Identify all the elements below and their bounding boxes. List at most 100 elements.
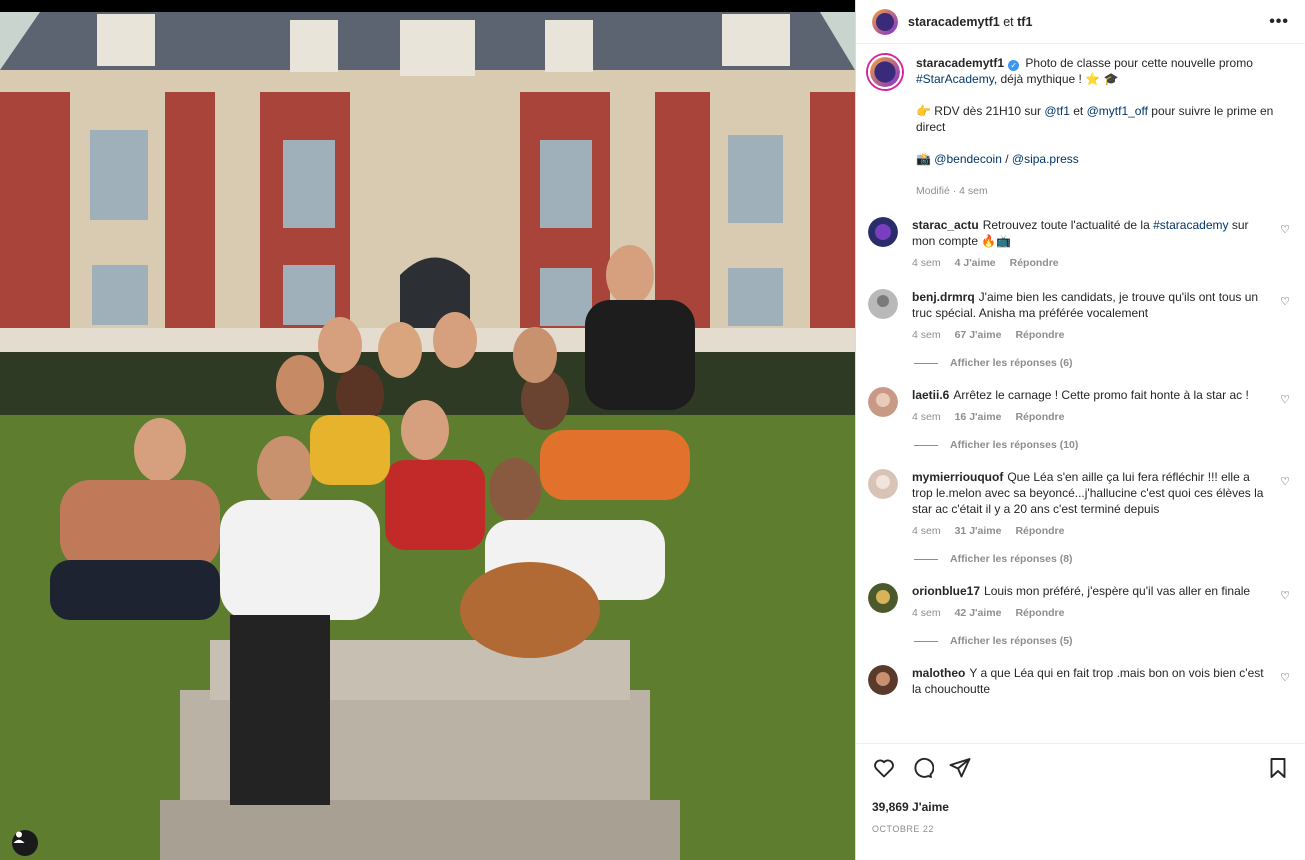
comment-age: 4 sem xyxy=(912,607,941,619)
comment-item: mymierriouquof Que Léa s'en aille ça lui … xyxy=(868,469,1290,539)
caption-rdv-et: et xyxy=(1073,104,1084,118)
comment-body: mymierriouquof Que Léa s'en aille ça lui … xyxy=(912,469,1290,539)
comment-body: benj.drmrq J'aime bien les candidats, je … xyxy=(912,289,1290,343)
action-icons xyxy=(872,756,1290,780)
comment-username[interactable]: mymierriouquof xyxy=(912,470,1003,484)
commenter-avatar[interactable] xyxy=(868,217,898,247)
comment-item: malotheo Y a que Léa qui en fait trop .ma… xyxy=(868,665,1290,697)
caption-text-1a: Photo de classe pour cette nouvelle prom… xyxy=(1025,56,1253,70)
comment-meta: 4 sem 31 J'aime Répondre xyxy=(912,523,1264,539)
heart-icon[interactable]: ♡ xyxy=(1280,475,1290,488)
comment-text: Arrêtez le carnage ! Cette promo fait ho… xyxy=(953,388,1249,402)
comment-body: laetii.6 Arrêtez le carnage ! Cette promo… xyxy=(912,387,1290,425)
comment-likes[interactable]: 4 J'aime xyxy=(955,257,996,269)
heart-icon[interactable] xyxy=(872,756,896,780)
heart-icon[interactable]: ♡ xyxy=(1280,393,1290,406)
post-header: staracademytf1 et tf1 ••• xyxy=(856,0,1305,44)
comment-likes[interactable]: 16 J'aime xyxy=(955,411,1002,423)
commenter-avatar[interactable] xyxy=(868,583,898,613)
replies-line xyxy=(914,444,938,446)
comment-likes[interactable]: 31 J'aime xyxy=(955,525,1002,537)
commenter-avatar[interactable] xyxy=(868,469,898,499)
comment-meta: 4 sem 67 J'aime Répondre xyxy=(912,327,1264,343)
author-avatar[interactable] xyxy=(872,8,898,35)
reply-button[interactable]: Répondre xyxy=(1010,257,1059,269)
group-photo-illustration xyxy=(0,0,855,860)
comment-item: benj.drmrq J'aime bien les candidats, je … xyxy=(868,289,1290,343)
comment-age: 4 sem xyxy=(912,411,941,423)
reply-button[interactable]: Répondre xyxy=(1015,329,1064,341)
comment-username[interactable]: malotheo xyxy=(912,666,965,680)
comment-body: malotheo Y a que Léa qui en fait trop .ma… xyxy=(912,665,1290,697)
user-icon xyxy=(13,831,25,843)
comment-hashtag[interactable]: #staracademy xyxy=(1153,218,1228,232)
view-replies-label[interactable]: Afficher les réponses (5) xyxy=(950,635,1073,647)
comment-meta: 4 sem 4 J'aime Répondre xyxy=(912,255,1264,271)
post-caption: staracademytf1 ✓ Photo de classe pour cet… xyxy=(868,55,1290,199)
comment-spacer xyxy=(868,271,1290,289)
comment-meta: 4 sem 16 J'aime Répondre xyxy=(912,409,1264,425)
caption-hashtag[interactable]: #StarAcademy xyxy=(916,72,994,86)
heart-icon[interactable]: ♡ xyxy=(1280,671,1290,684)
comment-likes[interactable]: 67 J'aime xyxy=(955,329,1002,341)
comment-username[interactable]: orionblue17 xyxy=(912,584,980,598)
caption-paragraph-2: 👉 RDV dès 21H10 sur @tf1 et @mytf1_off p… xyxy=(916,103,1290,135)
commenter-avatar[interactable] xyxy=(868,665,898,695)
bookmark-icon[interactable] xyxy=(1266,756,1290,780)
caption-username[interactable]: staracademytf1 xyxy=(916,56,1004,70)
comment-item: laetii.6 Arrêtez le carnage ! Cette promo… xyxy=(868,387,1290,425)
post-photo[interactable] xyxy=(0,0,855,860)
comment-body: orionblue17 Louis mon préféré, j'espère q… xyxy=(912,583,1290,621)
photo-top-edge xyxy=(0,0,855,12)
mention-mytf1[interactable]: @mytf1_off xyxy=(1087,104,1148,118)
comment-username[interactable]: laetii.6 xyxy=(912,388,949,402)
comment-icon[interactable] xyxy=(910,756,934,780)
camera-icon: 📸 xyxy=(916,152,931,166)
commenter-avatar[interactable] xyxy=(868,387,898,417)
tagged-users-button[interactable] xyxy=(12,830,38,856)
view-replies-button[interactable]: Afficher les réponses (10) xyxy=(914,439,1290,451)
send-icon[interactable] xyxy=(948,756,972,780)
replies-line xyxy=(914,362,938,364)
comments-thread[interactable]: staracademytf1 ✓ Photo de classe pour cet… xyxy=(856,45,1305,742)
heart-icon[interactable]: ♡ xyxy=(1280,589,1290,602)
mention-bendecoin[interactable]: @bendecoin xyxy=(934,152,1002,166)
likes-count[interactable]: 39,869 J'aime xyxy=(872,800,1290,814)
comment-meta: 4 sem 42 J'aime Répondre xyxy=(912,605,1264,621)
replies-line xyxy=(914,558,938,560)
post-author-line[interactable]: staracademytf1 et tf1 xyxy=(908,15,1032,29)
comment-age: 4 sem xyxy=(912,329,941,341)
comment-username[interactable]: starac_actu xyxy=(912,218,979,232)
commenter-avatar[interactable] xyxy=(868,289,898,319)
view-replies-label[interactable]: Afficher les réponses (10) xyxy=(950,439,1078,451)
comment-age: 4 sem xyxy=(912,525,941,537)
credit-separator: / xyxy=(1005,152,1009,166)
comment-item: orionblue17 Louis mon préféré, j'espère q… xyxy=(868,583,1290,621)
caption-paragraph-1: staracademytf1 ✓ Photo de classe pour cet… xyxy=(916,55,1290,87)
heart-icon[interactable]: ♡ xyxy=(1280,223,1290,236)
heart-icon[interactable]: ♡ xyxy=(1280,295,1290,308)
reply-button[interactable]: Répondre xyxy=(1015,525,1064,537)
view-replies-label[interactable]: Afficher les réponses (8) xyxy=(950,553,1073,565)
mention-sipa-press[interactable]: @sipa.press xyxy=(1012,152,1079,166)
comment-username[interactable]: benj.drmrq xyxy=(912,290,975,304)
mention-tf1[interactable]: @tf1 xyxy=(1044,104,1070,118)
reply-button[interactable]: Répondre xyxy=(1015,411,1064,423)
caption-author-avatar[interactable] xyxy=(868,55,902,89)
reply-button[interactable]: Répondre xyxy=(1015,607,1064,619)
pointing-hand-icon: 👉 xyxy=(916,104,931,118)
comment-likes[interactable]: 42 J'aime xyxy=(955,607,1002,619)
comment-age: 4 sem xyxy=(912,257,941,269)
author-name[interactable]: staracademytf1 xyxy=(908,15,1000,29)
more-horizontal-icon[interactable]: ••• xyxy=(1269,13,1289,31)
caption-body: staracademytf1 ✓ Photo de classe pour cet… xyxy=(916,55,1290,199)
comment-body: starac_actu Retrouvez toute l'actualité d… xyxy=(912,217,1290,271)
comment-item: starac_actu Retrouvez toute l'actualité d… xyxy=(868,217,1290,271)
view-replies-button[interactable]: Afficher les réponses (5) xyxy=(914,635,1290,647)
view-replies-button[interactable]: Afficher les réponses (6) xyxy=(914,357,1290,369)
caption-text-1b: , déjà mythique ! ⭐ 🎓 xyxy=(993,72,1119,86)
post-side-panel: staracademytf1 et tf1 ••• staracademytf1… xyxy=(855,0,1305,860)
view-replies-button[interactable]: Afficher les réponses (8) xyxy=(914,553,1290,565)
view-replies-label[interactable]: Afficher les réponses (6) xyxy=(950,357,1073,369)
coauthor-name[interactable]: tf1 xyxy=(1017,15,1032,29)
